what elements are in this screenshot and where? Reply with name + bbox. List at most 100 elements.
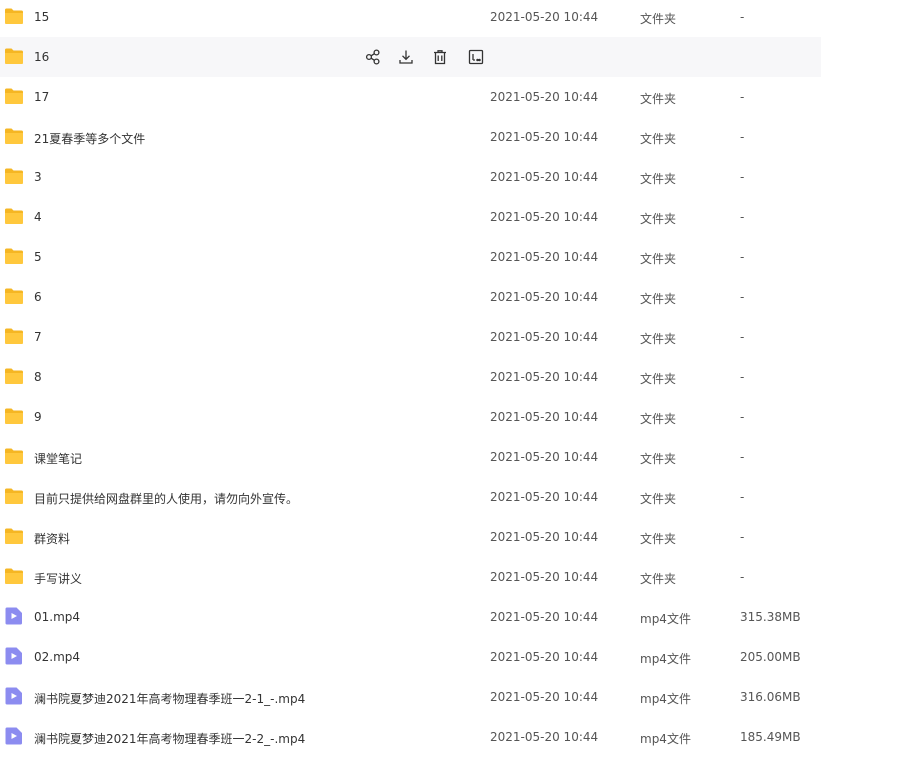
file-size: -	[740, 250, 745, 264]
file-type: 文件夹	[640, 492, 677, 506]
file-row[interactable]: 01.mp4 2021-05-20 10:44 mp4文件 315.38MB	[0, 597, 821, 637]
file-size: -	[740, 570, 745, 584]
file-name[interactable]: 15	[34, 10, 49, 24]
file-name[interactable]: 手写讲义	[34, 570, 82, 587]
file-name[interactable]: 4	[34, 210, 42, 224]
share-icon[interactable]	[364, 48, 382, 66]
file-size: -	[740, 290, 745, 304]
file-row[interactable]: 21夏春季等多个文件 2021-05-20 10:44 文件夹 -	[0, 117, 821, 157]
file-row[interactable]: 目前只提供给网盘群里的人使用，请勿向外宣传。 2021-05-20 10:44 文件…	[0, 477, 821, 517]
folder-icon	[4, 7, 24, 25]
file-type: mp4文件	[640, 612, 691, 626]
modified-time: 2021-05-20 10:44	[490, 690, 599, 704]
file-name[interactable]: 澜书院夏梦迪2021年高考物理春季班一2-1_-.mp4	[34, 690, 305, 707]
folder-icon	[4, 367, 24, 385]
file-list: 15 2021-05-20 10:44 文件夹 - 16 17 2021-05-20 10:…	[0, 0, 821, 757]
file-type: 文件夹	[640, 292, 677, 306]
file-name[interactable]: 21夏春季等多个文件	[34, 130, 145, 147]
folder-icon	[4, 567, 24, 585]
file-row[interactable]: 澜书院夏梦迪2021年高考物理春季班一2-2_-.mp4 2021-05-20 1…	[0, 717, 821, 757]
file-row[interactable]: 02.mp4 2021-05-20 10:44 mp4文件 205.00MB	[0, 637, 821, 677]
file-name[interactable]: 5	[34, 250, 42, 264]
modified-time: 2021-05-20 10:44	[490, 370, 599, 384]
file-size: 185.49MB	[740, 730, 801, 744]
file-size: -	[740, 370, 745, 384]
file-type: 文件夹	[640, 12, 677, 26]
modified-time: 2021-05-20 10:44	[490, 250, 599, 264]
video-file-icon	[4, 687, 24, 705]
file-name[interactable]: 7	[34, 330, 42, 344]
file-type: 文件夹	[640, 572, 677, 586]
file-row[interactable]: 5 2021-05-20 10:44 文件夹 -	[0, 237, 821, 277]
file-type: 文件夹	[640, 412, 677, 426]
file-name[interactable]: 17	[34, 90, 49, 104]
file-name[interactable]: 澜书院夏梦迪2021年高考物理春季班一2-2_-.mp4	[34, 730, 305, 747]
modified-time: 2021-05-20 10:44	[490, 210, 599, 224]
modified-time: 2021-05-20 10:44	[490, 290, 599, 304]
folder-icon	[4, 487, 24, 505]
file-row[interactable]: 课堂笔记 2021-05-20 10:44 文件夹 -	[0, 437, 821, 477]
modified-time: 2021-05-20 10:44	[490, 90, 599, 104]
delete-icon[interactable]	[431, 48, 449, 66]
modified-time: 2021-05-20 10:44	[490, 650, 599, 664]
file-type: 文件夹	[640, 92, 677, 106]
file-size: -	[740, 130, 745, 144]
file-row[interactable]: 17 2021-05-20 10:44 文件夹 -	[0, 77, 821, 117]
modified-time: 2021-05-20 10:44	[490, 330, 599, 344]
modified-time: 2021-05-20 10:44	[490, 530, 599, 544]
file-row[interactable]: 手写讲义 2021-05-20 10:44 文件夹 -	[0, 557, 821, 597]
folder-icon	[4, 87, 24, 105]
file-name[interactable]: 9	[34, 410, 42, 424]
folder-icon	[4, 47, 24, 65]
file-size: -	[740, 450, 745, 464]
file-type: 文件夹	[640, 532, 677, 546]
file-name[interactable]: 群资料	[34, 530, 70, 547]
rename-icon[interactable]	[467, 48, 485, 66]
file-size: -	[740, 330, 745, 344]
file-type: 文件夹	[640, 132, 677, 146]
modified-time: 2021-05-20 10:44	[490, 610, 599, 624]
download-icon[interactable]	[397, 48, 415, 66]
modified-time: 2021-05-20 10:44	[490, 570, 599, 584]
file-size: 316.06MB	[740, 690, 801, 704]
folder-icon	[4, 207, 24, 225]
file-size: -	[740, 210, 745, 224]
modified-time: 2021-05-20 10:44	[490, 450, 599, 464]
file-row[interactable]: 15 2021-05-20 10:44 文件夹 -	[0, 0, 821, 37]
video-file-icon	[4, 647, 24, 665]
file-name[interactable]: 课堂笔记	[34, 450, 82, 467]
file-row[interactable]: 9 2021-05-20 10:44 文件夹 -	[0, 397, 821, 437]
file-name[interactable]: 3	[34, 170, 42, 184]
modified-time: 2021-05-20 10:44	[490, 730, 599, 744]
file-row[interactable]: 8 2021-05-20 10:44 文件夹 -	[0, 357, 821, 397]
file-name[interactable]: 02.mp4	[34, 650, 80, 664]
file-size: -	[740, 90, 745, 104]
modified-time: 2021-05-20 10:44	[490, 170, 599, 184]
video-file-icon	[4, 727, 24, 745]
file-name[interactable]: 16	[34, 50, 49, 64]
file-row[interactable]: 群资料 2021-05-20 10:44 文件夹 -	[0, 517, 821, 557]
file-name[interactable]: 01.mp4	[34, 610, 80, 624]
modified-time: 2021-05-20 10:44	[490, 130, 599, 144]
file-row[interactable]: 16	[0, 37, 821, 77]
modified-time: 2021-05-20 10:44	[490, 490, 599, 504]
file-name[interactable]: 8	[34, 370, 42, 384]
file-row[interactable]: 4 2021-05-20 10:44 文件夹 -	[0, 197, 821, 237]
folder-icon	[4, 447, 24, 465]
folder-icon	[4, 327, 24, 345]
file-type: 文件夹	[640, 452, 677, 466]
file-type: mp4文件	[640, 692, 691, 706]
file-name[interactable]: 目前只提供给网盘群里的人使用，请勿向外宣传。	[34, 490, 298, 507]
file-type: mp4文件	[640, 652, 691, 666]
file-row[interactable]: 6 2021-05-20 10:44 文件夹 -	[0, 277, 821, 317]
video-file-icon	[4, 607, 24, 625]
file-size: -	[740, 10, 745, 24]
file-row[interactable]: 澜书院夏梦迪2021年高考物理春季班一2-1_-.mp4 2021-05-20 1…	[0, 677, 821, 717]
file-type: mp4文件	[640, 732, 691, 746]
file-row[interactable]: 7 2021-05-20 10:44 文件夹 -	[0, 317, 821, 357]
file-row[interactable]: 3 2021-05-20 10:44 文件夹 -	[0, 157, 821, 197]
file-name[interactable]: 6	[34, 290, 42, 304]
file-size: -	[740, 410, 745, 424]
folder-icon	[4, 527, 24, 545]
folder-icon	[4, 247, 24, 265]
